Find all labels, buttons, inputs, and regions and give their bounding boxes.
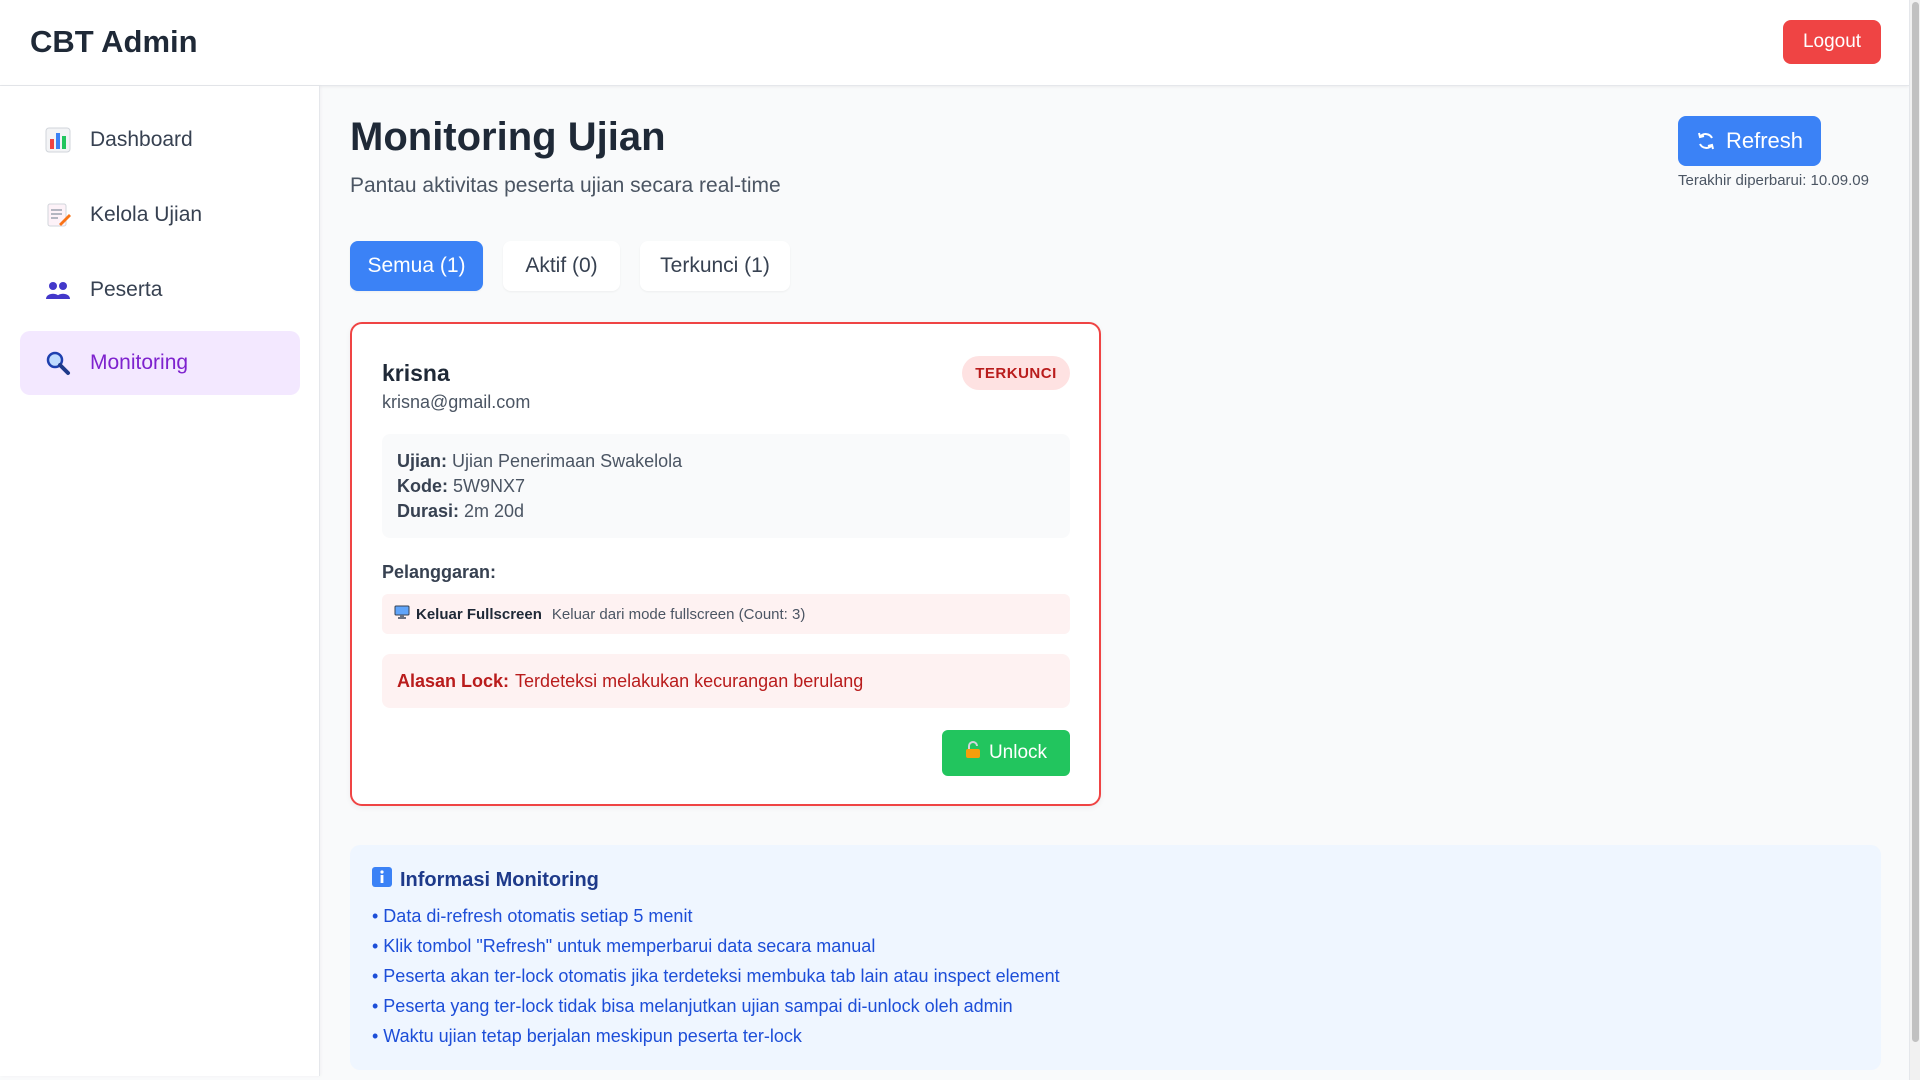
- tab-aktif[interactable]: Aktif (0): [503, 241, 620, 291]
- monitor-icon: [394, 605, 410, 624]
- refresh-label: Refresh: [1725, 128, 1804, 153]
- info-item: • Klik tombol "Refresh" untuk memperbaru…: [372, 936, 876, 956]
- exam-code-label: Kode:: [397, 476, 448, 496]
- info-item: • Waktu ujian tetap berjalan meskipun pe…: [372, 1026, 802, 1046]
- exam-details: Ujian: Ujian Penerimaan Swakelola Kode: …: [382, 434, 1070, 538]
- info-item: • Peserta yang ter-lock tidak bisa melan…: [372, 996, 1013, 1016]
- status-badge: TERKUNCI: [962, 356, 1070, 390]
- sidebar: Dashboard Kelola Ujian Peserta Monitorin…: [0, 86, 320, 1076]
- violation-type: Keluar Fullscreen: [416, 605, 542, 623]
- sidebar-item-label: Dashboard: [90, 128, 193, 151]
- info-item: • Peserta akan ter-lock otomatis jika te…: [372, 966, 1060, 986]
- lock-reason: Alasan Lock: Terdeteksi melakukan kecura…: [382, 654, 1070, 708]
- sidebar-item-label: Kelola Ujian: [90, 203, 203, 226]
- bar-chart-icon: [44, 126, 72, 154]
- exam-duration-label: Durasi:: [397, 501, 460, 521]
- participant-card: krisna krisna@gmail.com TERKUNCI Ujian: …: [350, 322, 1101, 806]
- info-icon: [372, 867, 392, 893]
- page-subtitle: Pantau aktivitas peserta ujian secara re…: [350, 174, 781, 197]
- info-list: • Data di-refresh otomatis setiap 5 meni…: [372, 901, 1859, 1051]
- exam-duration-row: Durasi: 2m 20d: [397, 499, 1055, 524]
- tab-terkunci[interactable]: Terkunci (1): [640, 241, 790, 291]
- users-icon: [44, 276, 72, 304]
- sidebar-item-label: Monitoring: [90, 351, 189, 374]
- sidebar-item-label: Peserta: [90, 278, 163, 301]
- info-item: • Data di-refresh otomatis setiap 5 meni…: [372, 906, 693, 926]
- lock-reason-label: Alasan Lock:: [397, 670, 510, 691]
- sidebar-item-peserta[interactable]: Peserta: [20, 258, 300, 322]
- exam-name-value: Ujian Penerimaan Swakelola: [452, 451, 683, 471]
- participant-name: krisna: [382, 360, 450, 386]
- exam-name-label: Ujian:: [397, 451, 448, 471]
- magnifier-icon: [44, 349, 72, 377]
- unlock-button[interactable]: Unlock: [942, 730, 1070, 776]
- app-title: CBT Admin: [30, 24, 198, 59]
- refresh-icon: [1697, 132, 1714, 150]
- top-header: CBT Admin Logout: [0, 0, 1909, 86]
- logout-button[interactable]: Logout: [1783, 20, 1881, 64]
- sidebar-item-dashboard[interactable]: Dashboard: [20, 108, 300, 172]
- participant-email: krisna@gmail.com: [382, 392, 531, 412]
- exam-name-row: Ujian: Ujian Penerimaan Swakelola: [397, 449, 1055, 474]
- unlock-label: Unlock: [988, 742, 1048, 763]
- info-title: Informasi Monitoring: [400, 868, 599, 891]
- unlock-icon: [965, 741, 981, 765]
- violations-title: Pelanggaran:: [382, 562, 497, 582]
- sidebar-item-kelola-ujian[interactable]: Kelola Ujian: [20, 183, 300, 247]
- tab-semua[interactable]: Semua (1): [350, 241, 483, 291]
- info-title-row: Informasi Monitoring: [372, 867, 1859, 893]
- violation-item: Keluar Fullscreen Keluar dari mode fulls…: [382, 594, 1070, 634]
- violation-description: Keluar dari mode fullscreen (Count: 3): [551, 605, 806, 623]
- exam-code-value: 5W9NX7: [453, 476, 526, 496]
- last-updated-text: Terakhir diperbarui: 10.09.09: [1678, 172, 1869, 189]
- scrollbar-thumb[interactable]: [1912, 2, 1919, 1042]
- memo-icon: [44, 201, 72, 229]
- info-panel: Informasi Monitoring • Data di-refresh o…: [350, 845, 1881, 1070]
- page-title: Monitoring Ujian: [350, 115, 666, 159]
- refresh-button[interactable]: Refresh: [1678, 116, 1821, 166]
- sidebar-item-monitoring[interactable]: Monitoring: [20, 331, 300, 395]
- exam-duration-value: 2m 20d: [464, 501, 525, 521]
- exam-code-row: Kode: 5W9NX7: [397, 474, 1055, 499]
- page-scrollbar[interactable]: [1909, 0, 1920, 1080]
- lock-reason-value: Terdeteksi melakukan kecurangan berulang: [515, 670, 864, 691]
